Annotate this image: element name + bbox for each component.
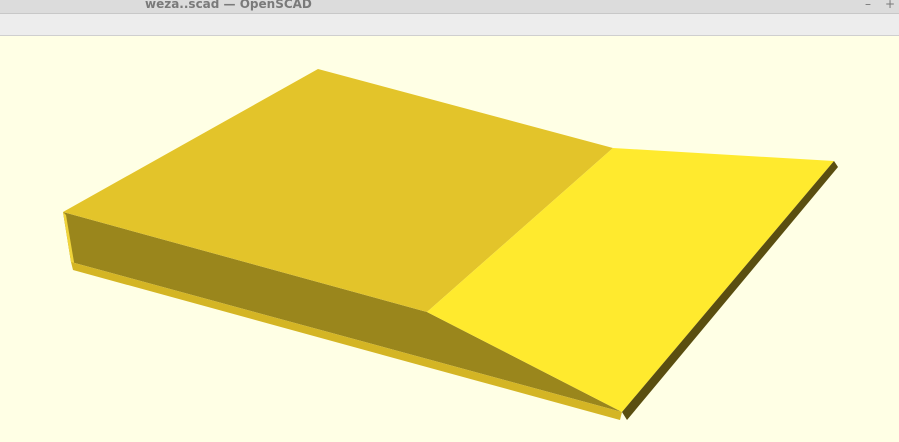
3d-viewport[interactable] [0,36,899,442]
model-render [63,69,838,420]
openscad-window: weza..scad — OpenSCAD – + [0,0,899,442]
